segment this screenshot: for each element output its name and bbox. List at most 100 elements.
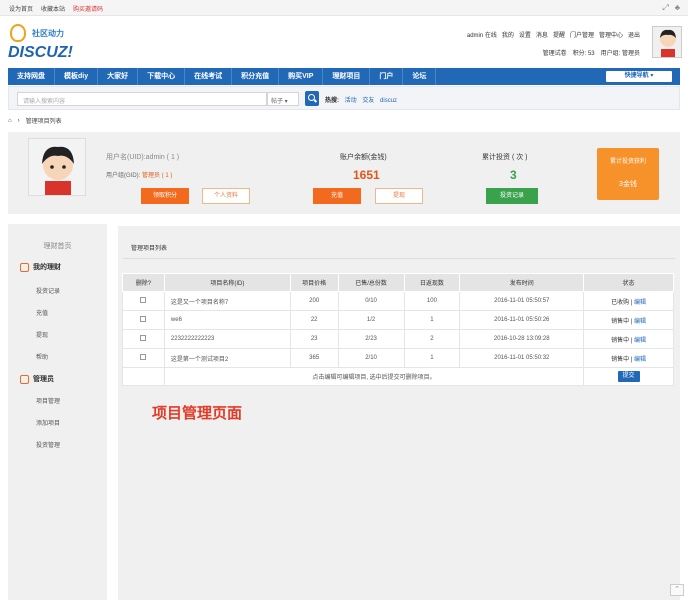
search-icon[interactable]	[305, 91, 319, 106]
project-daily: 100	[403, 291, 461, 311]
invest-count-value: 3	[510, 168, 517, 182]
project-price: 22	[289, 310, 339, 330]
profile-usergroup: 用户组(GID): 管理员 ( 1 )	[106, 173, 173, 179]
claim-points-button[interactable]: 领取积分	[141, 188, 189, 204]
quick-nav-button[interactable]: 快捷导航 ▾	[606, 71, 672, 82]
project-name: 2232222222223	[163, 329, 291, 349]
col-daily: 日返现数	[403, 273, 461, 292]
project-name: 这是又一个项目名称7	[163, 291, 291, 311]
col-status: 状态	[583, 273, 674, 292]
settings-link[interactable]: 设置	[519, 30, 531, 39]
submit-button[interactable]: 提交	[617, 371, 640, 382]
sidebar-item-invest-records[interactable]: 投资记录	[36, 286, 60, 295]
nav-item-netdisk[interactable]: 支持网盘	[8, 68, 55, 85]
nav-item-hello[interactable]: 大家好	[98, 68, 139, 85]
expand-icon[interactable]: ⤢	[662, 3, 668, 13]
messages-link[interactable]: 消息	[536, 30, 548, 39]
home-icon[interactable]: ⌂	[8, 118, 12, 124]
delete-checkbox[interactable]	[140, 316, 147, 322]
hot-search-item[interactable]: 交友	[362, 98, 374, 104]
logout-link[interactable]: 退出	[628, 30, 640, 39]
project-sold: 2/23	[337, 329, 405, 349]
table-row: 这是第一个测试项目2 365 2/10 1 2016-11-01 05:50:3…	[122, 348, 674, 368]
project-status: 销售中 | 编辑	[583, 310, 674, 330]
sidebar-title[interactable]: 理财首页	[8, 241, 107, 251]
sidebar-item-recharge[interactable]: 充值	[36, 308, 48, 317]
nav-item-template-diy[interactable]: 模板diy	[55, 68, 99, 85]
invest-records-button[interactable]: 投资记录	[486, 188, 538, 204]
project-daily: 2	[403, 329, 461, 349]
edit-link[interactable]: 编辑	[634, 300, 646, 306]
project-time: 2016-11-01 05:50:32	[459, 348, 585, 368]
sidebar-item-project-manage[interactable]: 项目管理	[36, 396, 60, 405]
user-status[interactable]: admin 在线	[467, 30, 497, 39]
delete-checkbox[interactable]	[140, 354, 147, 360]
table-header: 删除? 项目名称(ID) 项目价格 已售/总份数 日返现数 发布时间 状态	[122, 273, 674, 292]
delete-checkbox[interactable]	[140, 335, 147, 341]
site-header: 社区动力 DISCUZ! admin 在线 我的 设置 消息 提醒 门户管理 管…	[0, 16, 688, 68]
balance-label: 账户余额(金钱)	[340, 154, 387, 161]
search-scope-select[interactable]: 帖子 ▾	[267, 92, 299, 106]
col-time: 发布时间	[459, 273, 585, 292]
points-link[interactable]: 积分: 53	[573, 48, 595, 57]
sidebar-item-add-project[interactable]: 添加项目	[36, 418, 60, 427]
project-price: 365	[289, 348, 339, 368]
nav-item-exam[interactable]: 在线考试	[185, 68, 233, 85]
profile-info-button[interactable]: 个人资料	[202, 188, 250, 204]
withdraw-button[interactable]: 提现	[375, 188, 423, 204]
recharge-button[interactable]: 充值	[313, 188, 361, 204]
avatar[interactable]	[652, 26, 682, 58]
edit-link[interactable]: 编辑	[634, 319, 646, 325]
project-status: 已收购 | 编辑	[583, 291, 674, 311]
paint-icon[interactable]: ♣	[675, 3, 680, 13]
project-status: 销售中 | 编辑	[583, 329, 674, 349]
site-logo[interactable]: 社区动力 DISCUZ!	[8, 24, 88, 64]
sidebar-item-invest-manage[interactable]: 投资管理	[36, 440, 60, 449]
nav-item-forum[interactable]: 论坛	[403, 68, 437, 85]
sidebar-item-withdraw[interactable]: 提现	[36, 330, 48, 339]
hot-search-item[interactable]: 活动	[345, 98, 357, 104]
project-time: 2016-11-01 05:50:57	[459, 291, 585, 311]
balance-value: 1651	[353, 168, 380, 182]
col-price: 项目价格	[289, 273, 339, 292]
project-table: 删除? 项目名称(ID) 项目价格 已售/总份数 日返现数 发布时间 状态 这是…	[122, 273, 674, 386]
project-sold: 0/10	[337, 291, 405, 311]
delete-checkbox[interactable]	[140, 297, 147, 303]
search-input[interactable]: 请输入搜索内容	[17, 92, 267, 106]
sidebar-item-help[interactable]: 帮助	[36, 352, 48, 361]
table-row: 2232222222223 23 2/23 2 2016-10-28 13:09…	[122, 329, 674, 349]
nav-item-vip[interactable]: 购买VIP	[279, 68, 324, 85]
usergroup-link[interactable]: 用户组: 管理员	[601, 48, 640, 57]
admin-center-link[interactable]: 管理中心	[599, 30, 623, 39]
bulb-icon	[10, 24, 26, 42]
buy-invite-link[interactable]: 购买邀请码	[73, 4, 103, 13]
manage-exam-link[interactable]: 管理试卷	[543, 48, 567, 57]
divider	[123, 258, 675, 259]
my-link[interactable]: 我的	[502, 30, 514, 39]
hot-search-item[interactable]: discuz	[380, 98, 397, 104]
portal-admin-link[interactable]: 门户管理	[570, 30, 594, 39]
nav-item-download[interactable]: 下载中心	[138, 68, 186, 85]
profile-username: 用户名(UID):admin ( 1 )	[106, 154, 180, 161]
main-panel: 管理项目列表 删除? 项目名称(ID) 项目价格 已售/总份数 日返现数 发布时…	[118, 226, 680, 600]
bookmark-link[interactable]: 收藏本站	[41, 4, 65, 13]
invest-count-label: 累计投资 ( 次 )	[482, 154, 528, 161]
profile-panel: 用户名(UID):admin ( 1 ) 用户组(GID): 管理员 ( 1 )…	[8, 132, 680, 214]
user-links: admin 在线 我的 设置 消息 提醒 门户管理 管理中心 退出	[467, 30, 640, 39]
nav-item-recharge[interactable]: 积分充值	[232, 68, 280, 85]
edit-link[interactable]: 编辑	[634, 338, 646, 344]
panel-title: 管理项目列表	[131, 246, 168, 252]
col-sold: 已售/总份数	[337, 273, 405, 292]
nav-item-portal[interactable]: 门户	[370, 68, 404, 85]
project-name: we6	[163, 310, 291, 330]
project-sold: 1/2	[337, 310, 405, 330]
scroll-top-icon[interactable]: ⌃	[670, 584, 684, 596]
profile-avatar	[28, 138, 86, 196]
reminders-link[interactable]: 提醒	[553, 30, 565, 39]
earnings-button[interactable]: 累计投资获利 3金钱	[597, 148, 659, 200]
project-daily: 1	[403, 348, 461, 368]
set-homepage-link[interactable]: 设为首页	[9, 4, 33, 13]
edit-link[interactable]: 编辑	[634, 357, 646, 363]
nav-item-finance[interactable]: 理财项目	[323, 68, 371, 85]
breadcrumb-current: 管理项目列表	[25, 119, 62, 125]
